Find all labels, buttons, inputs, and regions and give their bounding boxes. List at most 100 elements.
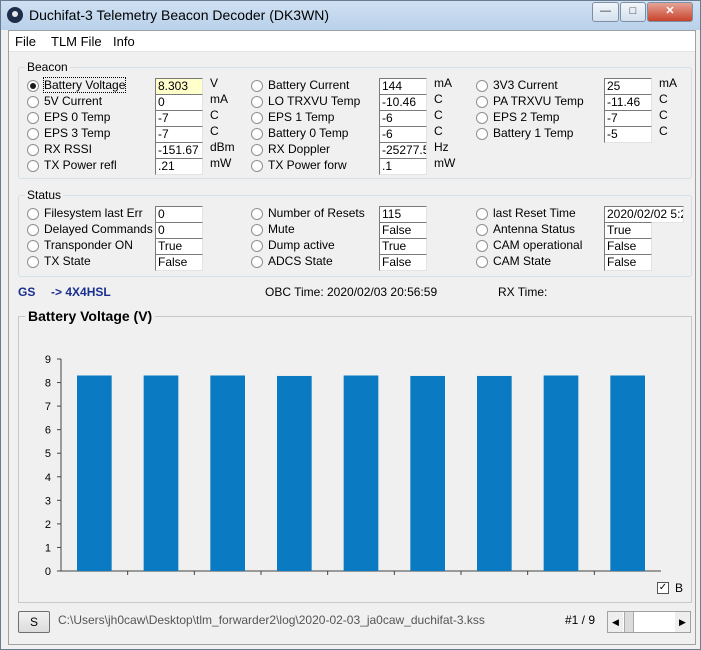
status-radio[interactable] [476,256,488,268]
voltage-bar [543,375,579,571]
status-radio[interactable] [476,224,488,236]
minimize-button[interactable]: — [592,2,619,22]
status-radio[interactable] [251,256,263,268]
status-value-field[interactable]: True [155,238,203,255]
status-value-field[interactable]: True [604,222,652,239]
status-value-field[interactable]: False [604,254,652,271]
status-value-field[interactable]: 2020/02/02 5:2 [604,206,684,223]
beacon-label: LO TRXVU Temp [268,94,361,108]
beacon-label: EPS 0 Temp [44,110,111,124]
window-title: Duchifat-3 Telemetry Beacon Decoder (DK3… [29,7,330,23]
beacon-radio[interactable] [27,80,39,92]
status-radio[interactable] [476,208,488,220]
scroll-left-arrow[interactable]: ◀ [608,612,623,632]
beacon-value-field[interactable]: .21 [155,158,203,175]
legend-label: B [675,581,684,595]
menu-info[interactable]: Info [113,34,135,49]
beacon-value-field[interactable]: 144 [379,78,427,95]
beacon-value-field[interactable]: -5 [604,126,652,143]
beacon-radio[interactable] [251,160,263,172]
beacon-value-field[interactable]: 25 [604,78,652,95]
status-group-title: Status [25,188,64,202]
status-value-field[interactable]: 0 [155,206,203,223]
legend-checkbox[interactable]: ✓ [657,582,669,594]
status-label: CAM operational [493,238,583,252]
beacon-radio[interactable] [251,144,263,156]
beacon-value-field[interactable]: -7 [155,110,203,127]
status-value-field[interactable]: False [604,238,652,255]
beacon-value-field[interactable]: 0 [155,94,203,111]
maximize-button[interactable]: □ [620,2,646,22]
status-radio[interactable] [27,256,39,268]
status-value-field[interactable]: False [379,222,427,239]
beacon-value-field[interactable]: .1 [379,158,427,175]
beacon-unit: C [659,108,668,122]
scroll-thumb[interactable] [624,612,634,632]
beacon-radio[interactable] [476,112,488,124]
beacon-value-field[interactable]: -11.46 [604,94,652,111]
status-value-field[interactable]: 115 [379,206,427,223]
beacon-unit: C [659,92,668,106]
status-radio[interactable] [27,224,39,236]
status-label: last Reset Time [493,206,576,220]
beacon-label: TX Power refl [44,158,117,172]
app-window: Duchifat-3 Telemetry Beacon Decoder (DK3… [0,0,701,650]
status-radio[interactable] [27,208,39,220]
beacon-value-field[interactable]: -25277.5 [379,142,427,159]
status-radio[interactable] [27,240,39,252]
beacon-label: Battery 1 Temp [493,126,574,140]
s-button[interactable]: S [18,611,50,633]
status-radio[interactable] [251,208,263,220]
y-tick-label: 4 [45,472,51,484]
beacon-radio[interactable] [251,128,263,140]
beacon-radio[interactable] [251,96,263,108]
menu-file[interactable]: File [15,34,36,49]
menu-tlm-file[interactable]: TLM File [51,34,102,49]
beacon-label: EPS 1 Temp [268,110,335,124]
beacon-unit: C [210,124,219,138]
beacon-radio[interactable] [27,128,39,140]
beacon-radio[interactable] [251,80,263,92]
beacon-radio[interactable] [476,80,488,92]
status-label: Transponder ON [44,238,133,252]
beacon-radio[interactable] [27,160,39,172]
beacon-value-field[interactable]: -10.46 [379,94,427,111]
y-tick-label: 9 [45,354,51,366]
beacon-unit: dBm [210,140,235,154]
y-tick-label: 1 [45,542,51,554]
status-value-field[interactable]: True [379,238,427,255]
status-radio[interactable] [476,240,488,252]
beacon-group-title: Beacon [25,60,70,74]
title-bar: Duchifat-3 Telemetry Beacon Decoder (DK3… [1,1,700,30]
beacon-radio[interactable] [476,96,488,108]
gs-label: GS [18,285,36,299]
beacon-label: Battery Voltage [42,77,127,93]
beacon-value-field[interactable]: -6 [379,126,427,143]
beacon-value-field[interactable]: -6 [379,110,427,127]
beacon-label: Battery 0 Temp [268,126,349,140]
beacon-value-field[interactable]: -7 [155,126,203,143]
status-label: Delayed Commands [44,222,153,236]
voltage-bar [477,375,512,571]
beacon-radio[interactable] [476,128,488,140]
close-button[interactable]: ✕ [647,2,693,22]
status-radio[interactable] [251,240,263,252]
page-scrollbar[interactable]: ◀ ▶ [607,611,691,633]
beacon-value-field[interactable]: -151.67 [155,142,203,159]
status-label: CAM State [493,254,552,268]
scroll-right-arrow[interactable]: ▶ [675,612,690,632]
beacon-value-field[interactable]: 8.303 [155,78,203,95]
status-value-field[interactable]: False [155,254,203,271]
beacon-radio[interactable] [27,144,39,156]
voltage-bar [77,375,112,571]
beacon-label: EPS 2 Temp [493,110,560,124]
beacon-value-field[interactable]: -7 [604,110,652,127]
beacon-radio[interactable] [27,96,39,108]
beacon-radio[interactable] [27,112,39,124]
beacon-radio[interactable] [251,112,263,124]
beacon-unit: mW [434,156,456,170]
voltage-bar [143,375,179,571]
status-value-field[interactable]: False [379,254,427,271]
status-radio[interactable] [251,224,263,236]
status-value-field[interactable]: 0 [155,222,203,239]
